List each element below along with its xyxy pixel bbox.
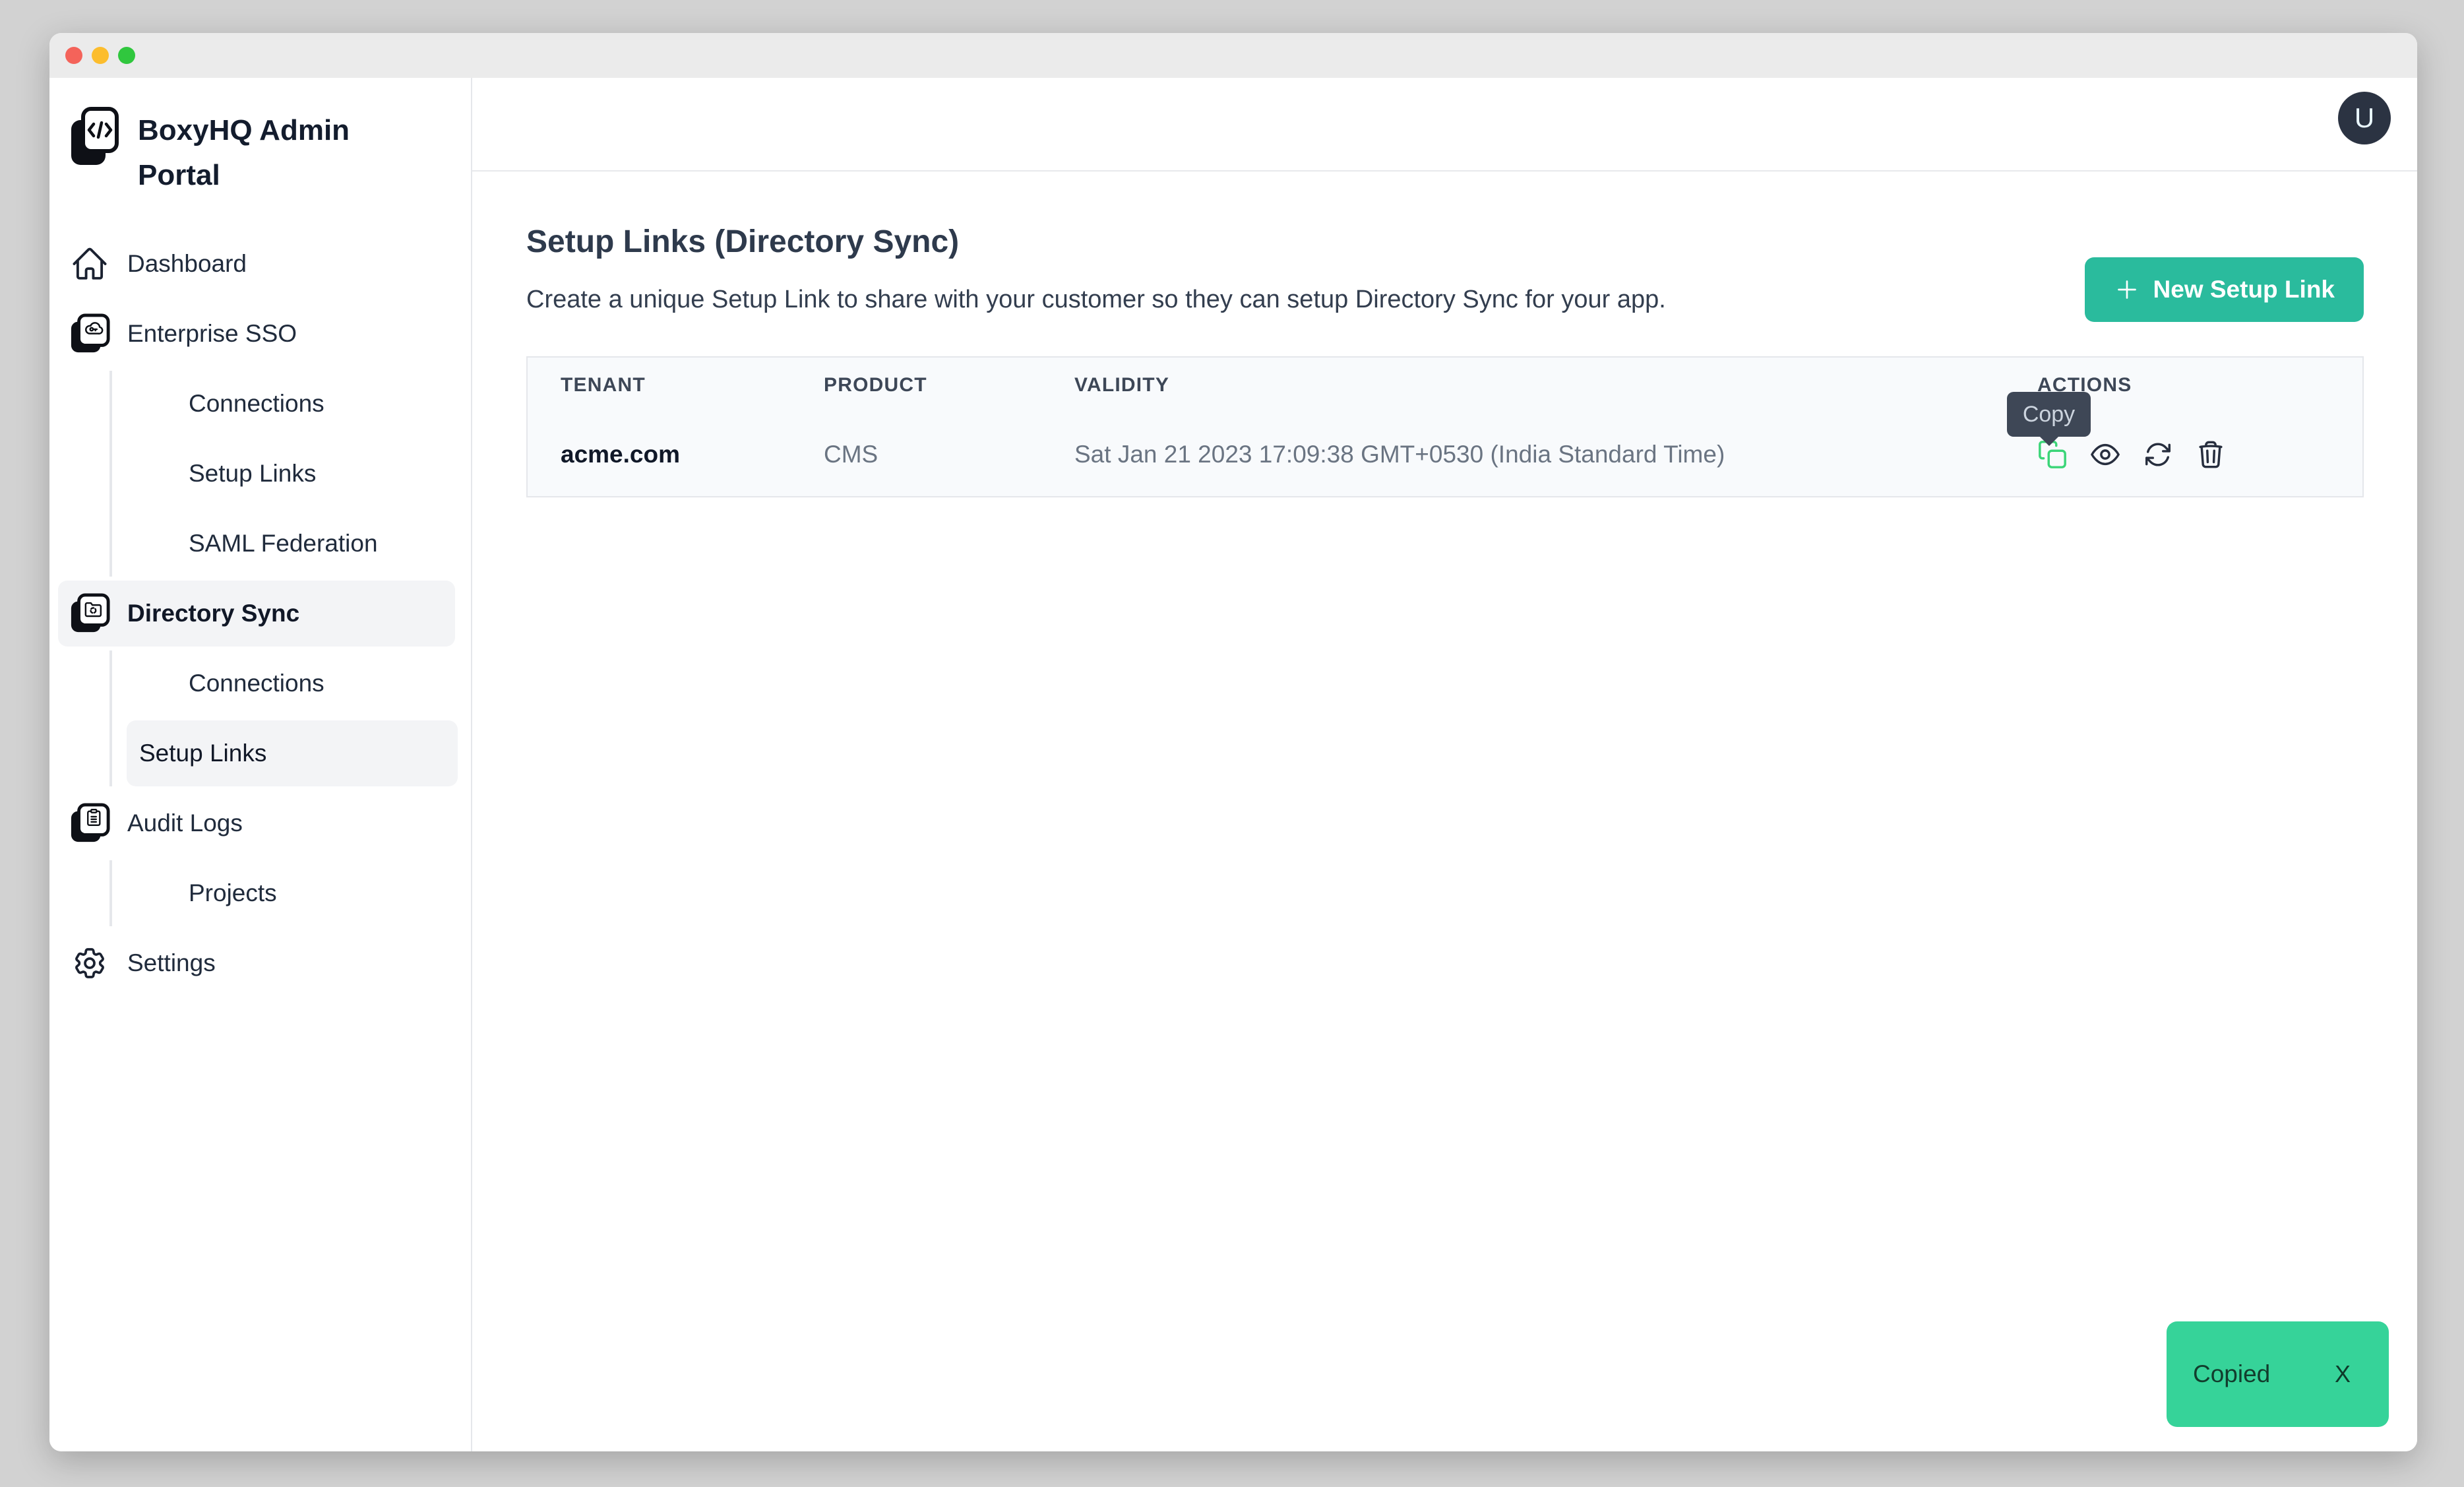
brand: BoxyHQ Admin Portal (49, 106, 471, 198)
column-header-validity: VALIDITY (1041, 357, 2004, 412)
page-title: Setup Links (Directory Sync) (526, 223, 1666, 261)
directory-sync-subgroup: Connections Setup Links (109, 650, 471, 786)
column-header-product: PRODUCT (791, 357, 1041, 412)
delete-link-button[interactable] (2196, 439, 2226, 470)
tenant-cell: acme.com (527, 412, 791, 497)
minimize-window-button[interactable] (92, 47, 109, 64)
toast-close-button[interactable]: X (2335, 1360, 2351, 1388)
new-setup-link-button[interactable]: New Setup Link (2085, 257, 2364, 322)
window-titlebar (49, 33, 2417, 78)
copied-toast: Copied X (2167, 1321, 2389, 1427)
trash-icon (2196, 439, 2226, 470)
audit-logs-subgroup: Projects (109, 860, 471, 926)
sidebar-item-dsync-connections[interactable]: Connections (112, 650, 471, 716)
home-icon (69, 245, 110, 283)
avatar-initial: U (2355, 102, 2374, 134)
close-window-button[interactable] (65, 47, 82, 64)
user-avatar[interactable]: U (2338, 92, 2391, 144)
brand-name: BoxyHQ Admin Portal (138, 108, 402, 198)
sidebar-item-saml-federation[interactable]: SAML Federation (112, 511, 471, 577)
regenerate-link-button[interactable] (2143, 439, 2173, 470)
sidebar-item-dsync-setup-links[interactable]: Setup Links (127, 720, 458, 786)
main-area: U Setup Links (Directory Sync) Create a … (472, 78, 2417, 1451)
zoom-window-button[interactable] (118, 47, 135, 64)
sidebar: BoxyHQ Admin Portal Dashboard (49, 78, 472, 1451)
validity-cell: Sat Jan 21 2023 17:09:38 GMT+0530 (India… (1041, 412, 2004, 497)
sidebar-item-directory-sync[interactable]: Directory Sync (58, 581, 455, 647)
sidebar-item-dashboard[interactable]: Dashboard (49, 231, 471, 297)
sidebar-item-sso-setup-links[interactable]: Setup Links (112, 441, 471, 507)
view-link-button[interactable] (2090, 439, 2120, 470)
column-header-tenant: TENANT (527, 357, 791, 412)
top-header-bar: U (472, 78, 2417, 172)
keycap-cloud-sso-icon (69, 313, 110, 354)
copy-tooltip: Copy (2007, 392, 2091, 437)
keycap-clipboard-icon (69, 803, 110, 844)
browser-window: BoxyHQ Admin Portal Dashboard (49, 33, 2417, 1451)
boxyhq-logo-icon (69, 106, 119, 168)
sidebar-item-audit-logs[interactable]: Audit Logs (49, 790, 471, 856)
gear-icon (69, 945, 110, 982)
sidebar-item-sso-connections[interactable]: Connections (112, 371, 471, 437)
eye-icon (2090, 439, 2120, 470)
page-heading-block: Setup Links (Directory Sync) Create a un… (526, 223, 1666, 315)
new-setup-link-label: New Setup Link (2153, 276, 2335, 303)
keycap-folder-icon (69, 593, 110, 634)
desktop-background: BoxyHQ Admin Portal Dashboard (0, 0, 2464, 1487)
page-description: Create a unique Setup Link to share with… (526, 284, 1666, 315)
copy-tooltip-label: Copy (2023, 402, 2075, 427)
plus-icon (2114, 276, 2140, 303)
refresh-icon (2143, 439, 2173, 470)
toast-message: Copied (2193, 1360, 2270, 1388)
enterprise-sso-subgroup: Connections Setup Links SAML Federation (109, 371, 471, 577)
page-content: Setup Links (Directory Sync) Create a un… (472, 172, 2417, 1451)
sidebar-nav: Dashboard (49, 231, 471, 1000)
sidebar-item-projects[interactable]: Projects (112, 860, 471, 926)
sidebar-item-enterprise-sso[interactable]: Enterprise SSO (49, 301, 471, 367)
product-cell: CMS (791, 412, 1041, 497)
sidebar-item-settings[interactable]: Settings (49, 930, 471, 996)
